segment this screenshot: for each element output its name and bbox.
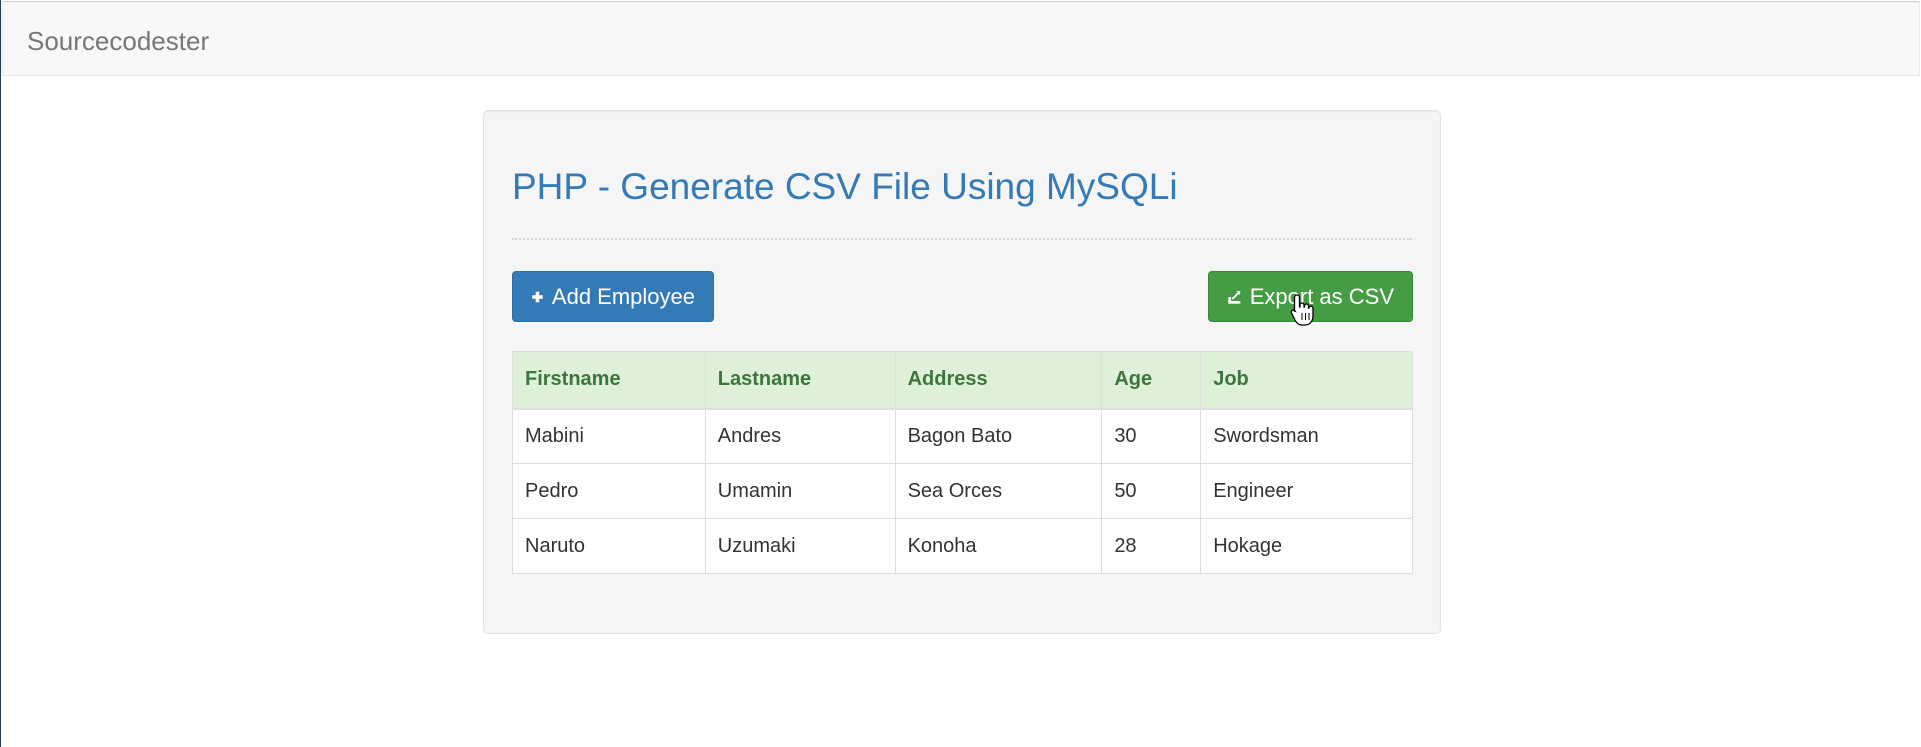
cell-firstname: Mabini [512,408,706,464]
cell-firstname: Naruto [512,518,706,574]
table-header-row: Firstname Lastname Address Age Job [512,351,1413,410]
table-row: Mabini Andres Bagon Bato 30 Swordsman [512,408,1413,464]
plus-icon [532,291,543,302]
export-icon [1228,290,1241,304]
cell-lastname: Uzumaki [704,518,896,574]
cell-age: 30 [1101,408,1202,464]
cell-age: 28 [1101,518,1202,574]
cell-age: 50 [1101,463,1202,519]
employee-table: Firstname Lastname Address Age Job Mabin… [512,351,1413,574]
cell-job: Engineer [1200,463,1413,519]
column-header-age: Age [1101,351,1202,410]
table-row: Naruto Uzumaki Konoha 28 Hokage [512,518,1413,574]
page-title: PHP - Generate CSV File Using MySQLi [512,166,1178,207]
add-employee-button[interactable]: Add Employee [512,271,714,322]
cell-lastname: Andres [704,408,896,464]
title-divider [512,238,1412,240]
cell-lastname: Umamin [704,463,896,519]
export-csv-label: Export as CSV [1249,284,1394,309]
cell-address: Konoha [894,518,1103,574]
cell-firstname: Pedro [512,463,706,519]
content-panel: PHP - Generate CSV File Using MySQLi Add… [483,110,1441,634]
column-header-lastname: Lastname [704,351,896,410]
cell-address: Sea Orces [894,463,1103,519]
column-header-firstname: Firstname [512,351,706,410]
column-header-address: Address [894,351,1103,410]
column-header-job: Job [1200,351,1413,410]
cell-job: Hokage [1200,518,1413,574]
navbar: Sourcecodester [2,1,1920,76]
export-csv-button[interactable]: Export as CSV [1208,271,1413,322]
brand-link[interactable]: Sourcecodester [27,26,209,56]
add-employee-label: Add Employee [551,284,695,309]
cell-address: Bagon Bato [894,408,1103,464]
table-row: Pedro Umamin Sea Orces 50 Engineer [512,463,1413,519]
cell-job: Swordsman [1200,408,1413,464]
